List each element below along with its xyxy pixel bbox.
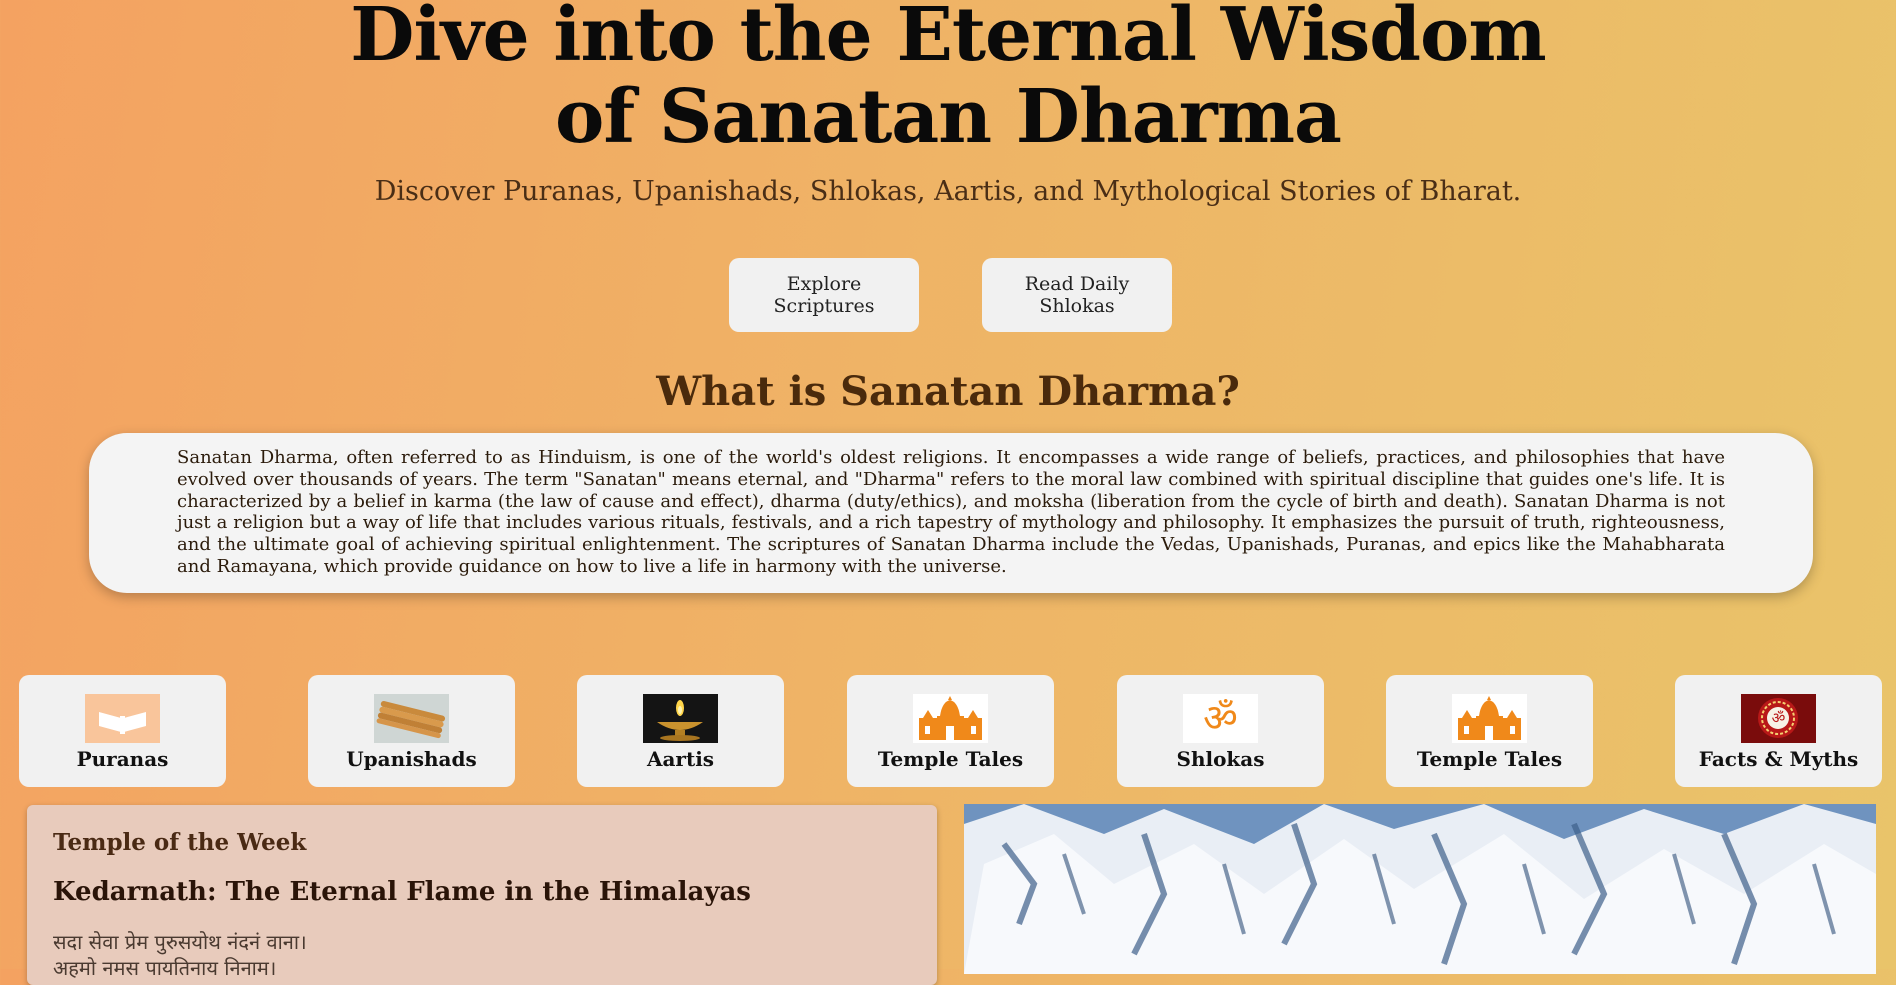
category-card-shlokas[interactable]: ॐ Shlokas xyxy=(1117,675,1324,787)
category-card-temple-tales[interactable]: Temple Tales xyxy=(847,675,1054,787)
diya-lamp-icon xyxy=(643,694,718,743)
hero-title-line1: Dive into the Eternal Wisdom xyxy=(350,0,1546,78)
category-label: Upanishads xyxy=(346,747,477,771)
hero-subtitle: Discover Puranas, Upanishads, Shlokas, A… xyxy=(374,176,1522,207)
category-card-puranas[interactable]: Puranas xyxy=(19,675,226,787)
temple-of-week-title: Kedarnath: The Eternal Flame in the Hima… xyxy=(53,877,751,907)
category-card-upanishads[interactable]: Upanishads xyxy=(308,675,515,787)
temple-icon xyxy=(1452,694,1527,743)
om-icon: ॐ xyxy=(1183,694,1258,743)
temple-of-week-kicker: Temple of the Week xyxy=(53,829,307,856)
about-body: Sanatan Dharma, often referred to as Hin… xyxy=(177,447,1725,577)
category-card-temple-tales-2[interactable]: Temple Tales xyxy=(1386,675,1593,787)
read-daily-shlokas-button[interactable]: Read Daily Shlokas xyxy=(982,258,1172,332)
temple-verse: सदा सेवा प्रेम पुरुसयोथ नंदनं वाना। अहमो… xyxy=(53,929,307,981)
hero-title-line2: of Sanatan Dharma xyxy=(555,74,1342,160)
book-icon xyxy=(85,694,160,743)
about-card: Sanatan Dharma, often referred to as Hin… xyxy=(89,433,1813,593)
category-label: Puranas xyxy=(76,747,169,771)
category-card-aartis[interactable]: Aartis xyxy=(577,675,784,787)
temple-of-week-card: Temple of the Week Kedarnath: The Eterna… xyxy=(27,805,937,985)
category-label: Temple Tales xyxy=(1416,747,1563,771)
category-label: Temple Tales xyxy=(877,747,1024,771)
category-label: Shlokas xyxy=(1176,747,1265,771)
temple-verse-line2: अहमो नमस पायतिनाय निनाम। xyxy=(53,956,277,980)
about-heading: What is Sanatan Dharma? xyxy=(656,368,1240,415)
category-label: Facts & Myths xyxy=(1698,747,1859,771)
category-card-facts-myths[interactable]: ॐ Facts & Myths xyxy=(1675,675,1882,787)
kedarnath-mountain-image xyxy=(964,804,1876,974)
temple-icon xyxy=(913,694,988,743)
temple-verse-line1: सदा सेवा प्रेम पुरुसयोथ नंदनं वाना। xyxy=(53,930,307,954)
explore-scriptures-button[interactable]: Explore Scriptures xyxy=(729,258,919,332)
palm-leaf-manuscript-icon xyxy=(374,694,449,743)
category-label: Aartis xyxy=(646,747,715,771)
om-mandala-icon: ॐ xyxy=(1741,694,1816,743)
hero-title: Dive into the Eternal Wisdom of Sanatan … xyxy=(0,0,1896,158)
